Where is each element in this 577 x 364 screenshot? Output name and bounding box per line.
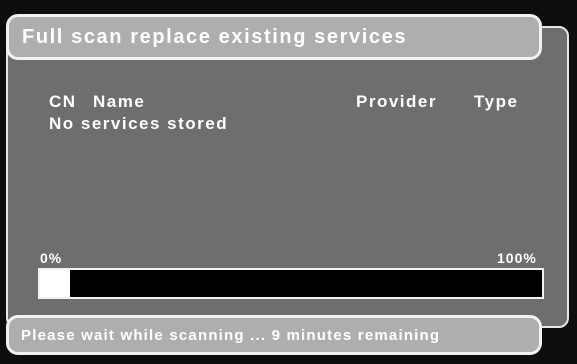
scan-progress-fill — [40, 270, 71, 297]
empty-services-message: No services stored — [49, 114, 229, 133]
page-title: Full scan replace existing services — [22, 26, 408, 48]
status-bar: Please wait while scanning ... 9 minutes… — [6, 315, 542, 355]
progress-min-label: 0% — [40, 250, 63, 266]
scan-screen: Full scan replace existing services CN N… — [0, 0, 577, 364]
column-header-name: Name — [93, 92, 146, 111]
title-bar: Full scan replace existing services — [6, 14, 542, 60]
column-header-provider: Provider — [356, 92, 437, 111]
status-message: Please wait while scanning ... 9 minutes… — [21, 327, 441, 344]
scan-progress-bar — [38, 268, 544, 299]
column-header-cn: CN — [49, 92, 77, 111]
progress-max-label: 100% — [497, 250, 537, 266]
column-header-type: Type — [474, 92, 519, 111]
